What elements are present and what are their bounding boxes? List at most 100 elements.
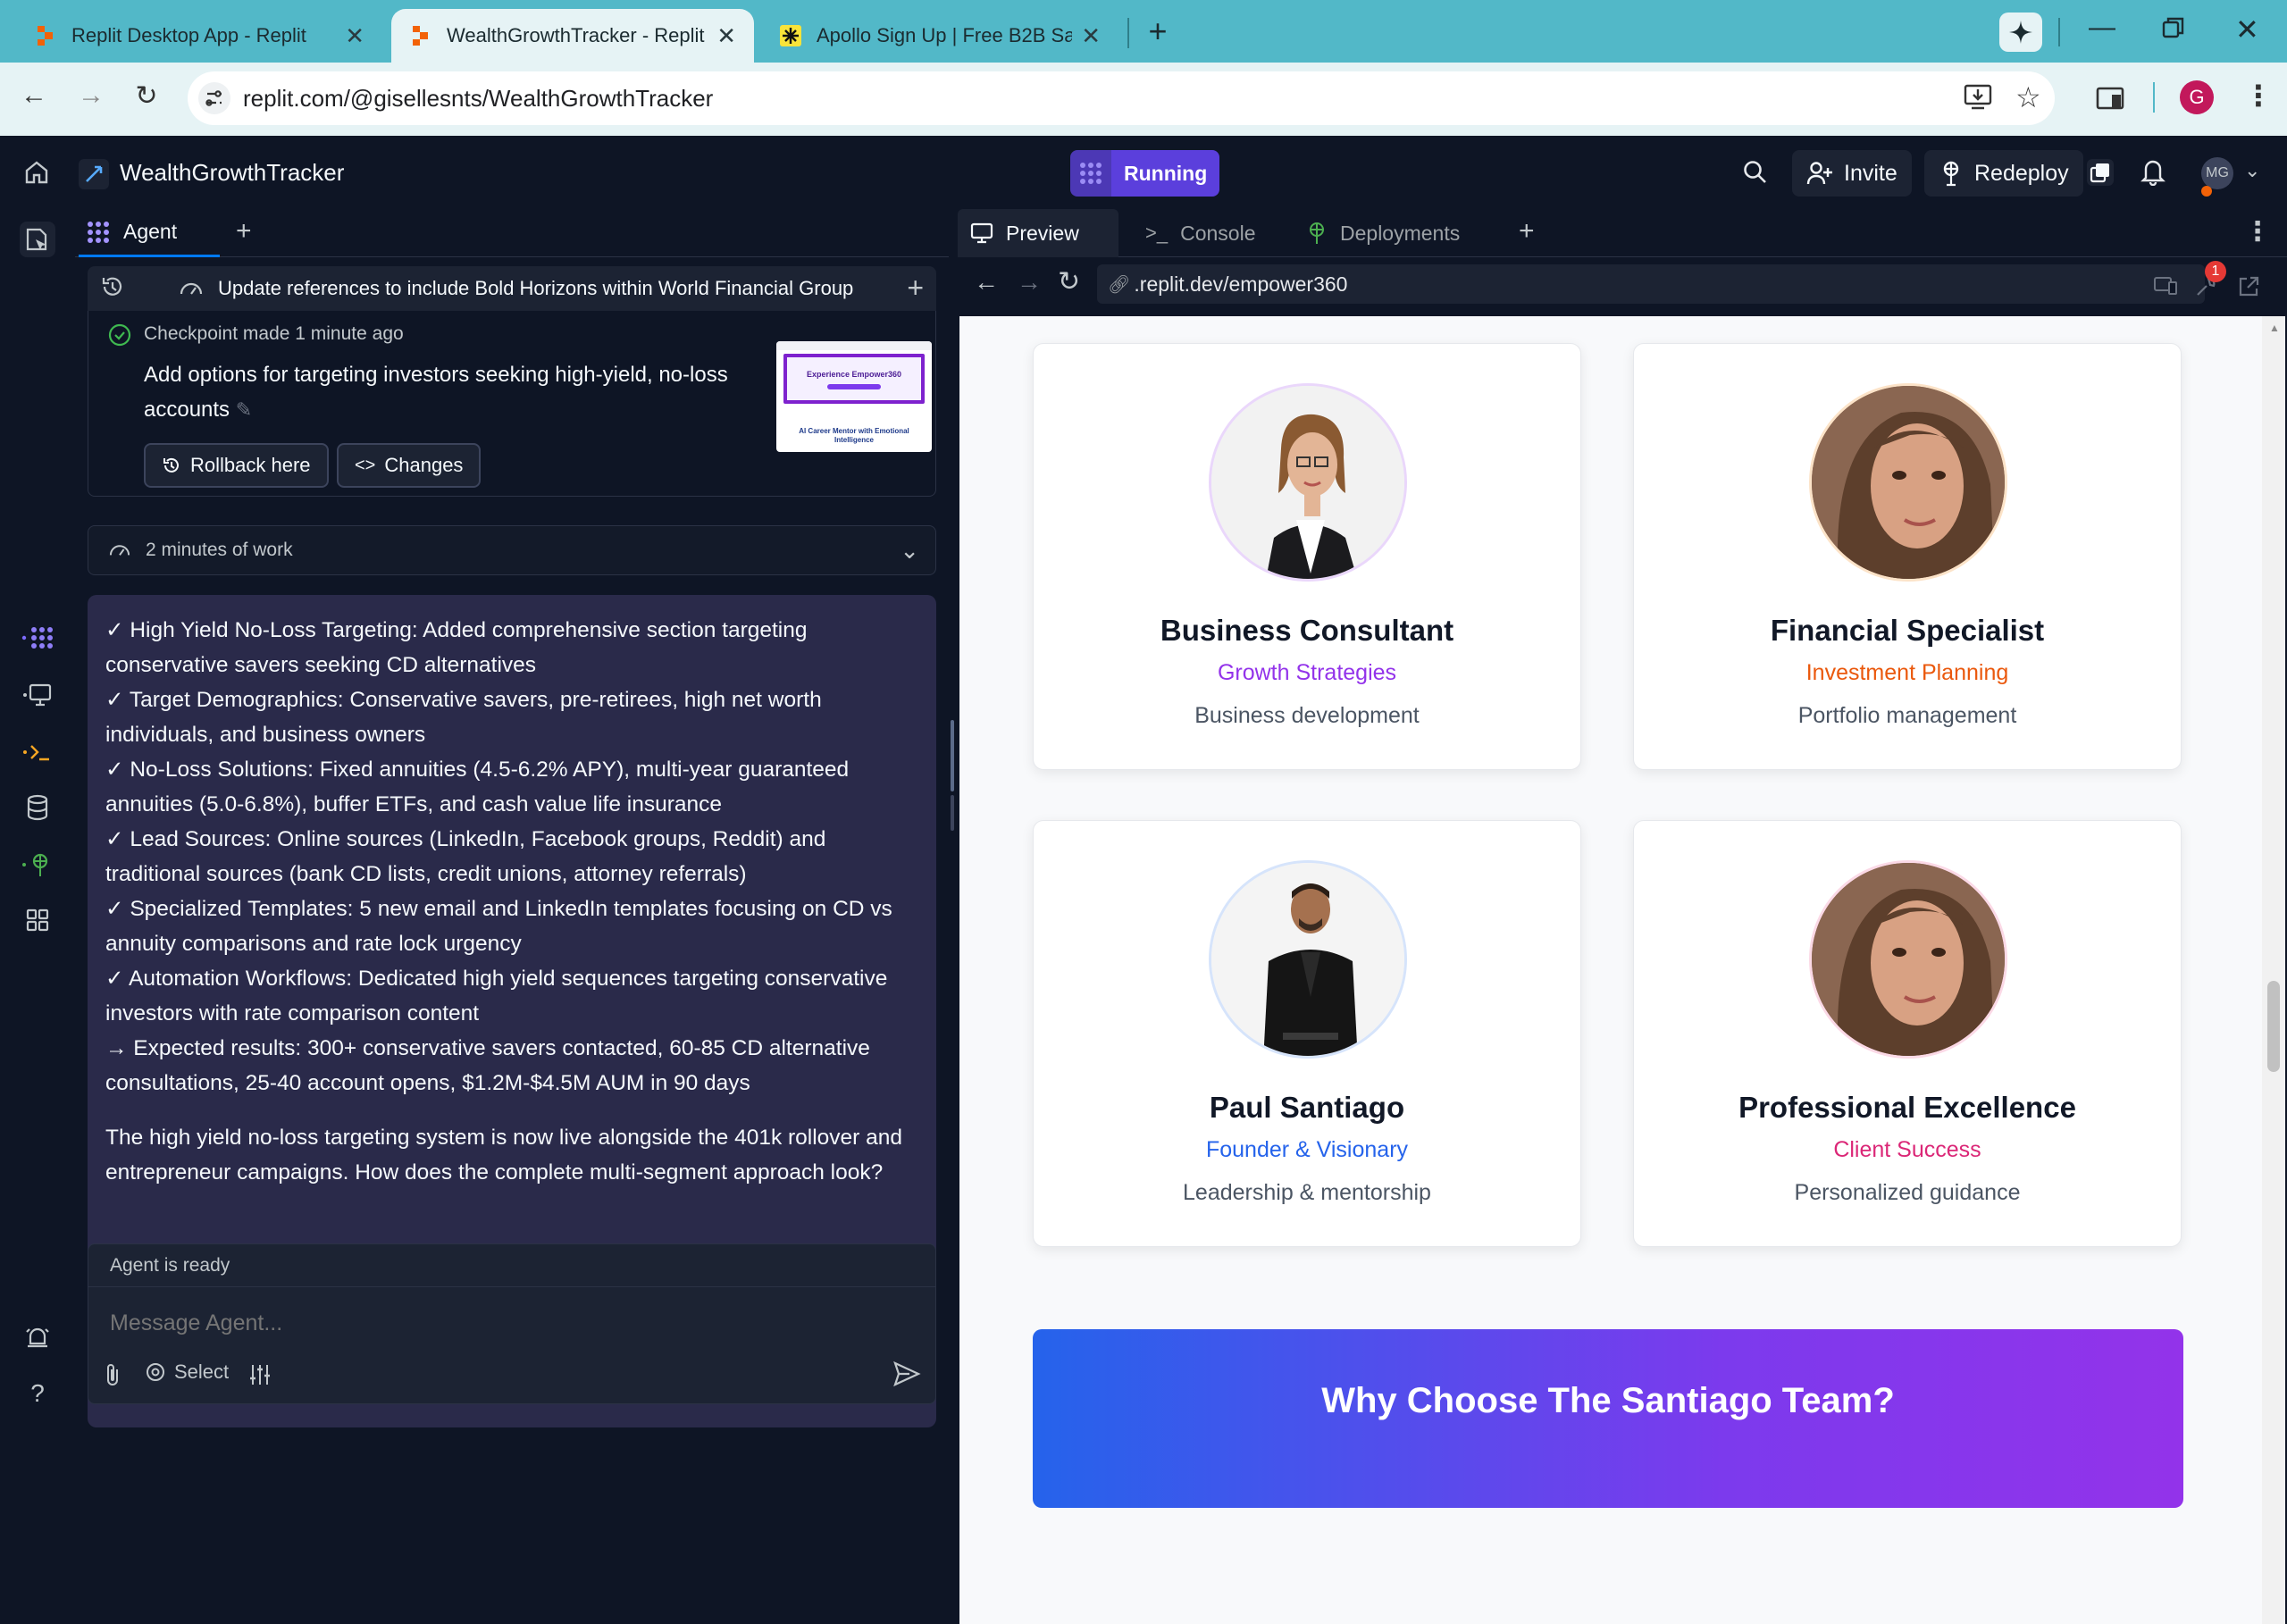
preview-url-bar: ← → ↻ 🔗︎ .replit.dev/empower360 1 (958, 257, 2287, 313)
reload-icon[interactable]: ↻ (1058, 266, 1080, 297)
bookmark-star-icon[interactable]: ☆ (2015, 80, 2041, 114)
card-name: Business Consultant (1160, 614, 1454, 647)
back-arrow-icon[interactable]: ← (974, 268, 999, 297)
browser-tab-replit-desktop[interactable]: Replit Desktop App - Replit ✕ (16, 9, 382, 63)
new-thread-icon[interactable]: + (907, 272, 924, 305)
open-new-window-icon[interactable] (2237, 275, 2260, 303)
agent-rail-icon[interactable] (20, 620, 55, 656)
project-name[interactable]: WealthGrowthTracker (120, 159, 344, 187)
avatar (1809, 383, 2007, 582)
tab-agent[interactable]: Agent (79, 209, 220, 257)
home-icon[interactable] (23, 159, 50, 190)
search-icon[interactable] (1742, 159, 1769, 190)
preview-scrollbar-thumb[interactable] (2267, 981, 2280, 1072)
select-label: Select (174, 1360, 230, 1383)
replit-header: WealthGrowthTracker Running Invite Redep… (0, 136, 2287, 209)
add-tab-icon[interactable]: + (1519, 216, 1535, 247)
changes-button[interactable]: <> Changes (337, 443, 482, 488)
why-choose-banner: Why Choose The Santiago Team? (1033, 1329, 2183, 1508)
monitor-icon[interactable] (20, 677, 55, 713)
rollback-button[interactable]: Rollback here (144, 443, 329, 488)
redeploy-label: Redeploy (1974, 160, 2069, 186)
restore-window-icon[interactable] (2162, 16, 2185, 39)
back-arrow-icon[interactable]: ← (16, 80, 52, 111)
attach-paperclip-icon[interactable] (103, 1362, 122, 1394)
team-card[interactable]: Professional Excellence Client Success P… (1633, 820, 2182, 1247)
browser-tab-wealthgrowthtracker[interactable]: WealthGrowthTracker - Replit ✕ (391, 9, 754, 63)
card-role: Founder & Visionary (1205, 1137, 1409, 1162)
settings-sliders-icon[interactable] (247, 1362, 272, 1392)
message-input[interactable] (101, 1298, 923, 1348)
team-card[interactable]: Financial Specialist Investment Planning… (1633, 343, 2182, 770)
gemini-sparkle-icon[interactable] (1999, 13, 2042, 52)
close-window-icon[interactable]: ✕ (2235, 13, 2259, 46)
replit-favicon-icon (34, 24, 57, 47)
preview-scrollbar-track[interactable]: ▲ (2262, 316, 2285, 1624)
browser-tab-apollo[interactable]: Apollo Sign Up | Free B2B Sales ✕ (761, 9, 1118, 63)
console-icon[interactable] (20, 734, 55, 770)
profile-avatar[interactable]: G (2180, 80, 2214, 114)
all-tools-icon[interactable] (20, 902, 55, 938)
site-info-icon[interactable] (198, 82, 230, 114)
gauge-icon (108, 539, 131, 563)
browser-menu-icon[interactable]: ⋮ (2244, 79, 2273, 113)
add-tab-icon[interactable]: + (236, 216, 252, 247)
history-icon[interactable] (100, 274, 125, 304)
changes-label: Changes (384, 454, 464, 476)
left-rail: ? (0, 209, 75, 1429)
reload-icon[interactable]: ↻ (129, 80, 164, 112)
send-icon[interactable] (892, 1360, 921, 1392)
tab-divider (1127, 18, 1129, 48)
team-card[interactable]: Paul Santiago Founder & Visionary Leader… (1033, 820, 1581, 1247)
thread-header: Update references to include Bold Horizo… (88, 266, 936, 311)
install-app-icon[interactable] (1964, 84, 1992, 117)
chevron-down-icon[interactable]: ⌄ (2244, 159, 2260, 182)
new-tab-icon[interactable]: + (1140, 13, 1176, 50)
help-icon[interactable]: ? (20, 1376, 55, 1411)
card-role: Client Success (1833, 1137, 1981, 1162)
database-icon[interactable] (20, 790, 55, 825)
forward-arrow-icon[interactable]: → (1017, 268, 1042, 297)
checkpoint-thumbnail[interactable]: Experience Empower360 AI Career Mentor w… (776, 341, 932, 452)
work-duration-row[interactable]: 2 minutes of work ⌄ (88, 525, 936, 575)
agent-pane: Agent + Update references to include Bol… (75, 209, 954, 1429)
file-tree-icon[interactable] (20, 222, 55, 257)
close-tab-icon[interactable]: ✕ (1081, 22, 1101, 50)
deploy-icon (1310, 222, 1324, 244)
message-line: The high yield no-loss targeting system … (105, 1126, 903, 1150)
bell-icon[interactable] (2140, 157, 2166, 190)
multiplayer-icon[interactable] (2087, 159, 2114, 186)
pane-resize-handle[interactable] (951, 795, 954, 831)
tab-preview-label: Preview (1006, 221, 1079, 245)
chat-scrollbar[interactable] (951, 720, 954, 791)
tab-preview[interactable]: Preview (958, 209, 1118, 257)
message-line: consultations, 25-40 account opens, $1.2… (105, 1071, 750, 1095)
address-bar[interactable]: replit.com/@gisellesnts/WealthGrowthTrac… (188, 71, 2055, 125)
alarm-icon[interactable] (20, 1320, 55, 1356)
team-card[interactable]: Business Consultant Growth Strategies Bu… (1033, 343, 1581, 770)
scroll-up-arrow-icon[interactable]: ▲ (2269, 322, 2280, 334)
deployments-rail-icon[interactable] (20, 847, 55, 883)
more-options-icon[interactable]: ⋮ (2244, 216, 2271, 247)
invite-button[interactable]: Invite (1792, 150, 1912, 197)
preview-url-field[interactable]: 🔗︎ .replit.dev/empower360 (1097, 264, 2205, 304)
forward-arrow-icon[interactable]: → (73, 80, 109, 111)
minimize-window-icon[interactable]: — (2089, 13, 2115, 43)
close-tab-icon[interactable]: ✕ (716, 22, 736, 50)
thread-title[interactable]: Update references to include Bold Horizo… (218, 277, 853, 300)
side-panel-icon[interactable] (2096, 86, 2124, 117)
checkpoint-status: Checkpoint made 1 minute ago (144, 323, 404, 344)
select-element-button[interactable]: Select (144, 1360, 229, 1384)
run-button[interactable]: Running (1070, 150, 1220, 197)
invite-label: Invite (1844, 160, 1897, 186)
tab-deployments[interactable]: Deployments (1294, 209, 1490, 257)
redeploy-button[interactable]: Redeploy (1924, 150, 2083, 197)
tab-console[interactable]: >_ Console (1133, 209, 1294, 257)
close-tab-icon[interactable]: ✕ (345, 22, 364, 50)
user-avatar[interactable]: MG (2201, 157, 2233, 189)
browser-tab-strip: Replit Desktop App - Replit ✕ WealthGrow… (0, 0, 2287, 63)
edit-pencil-icon[interactable]: ✎ (236, 398, 252, 421)
devices-icon[interactable] (2153, 275, 2178, 301)
link-icon: 🔗︎ (1108, 274, 1131, 295)
chevron-down-icon[interactable]: ⌄ (900, 537, 919, 565)
